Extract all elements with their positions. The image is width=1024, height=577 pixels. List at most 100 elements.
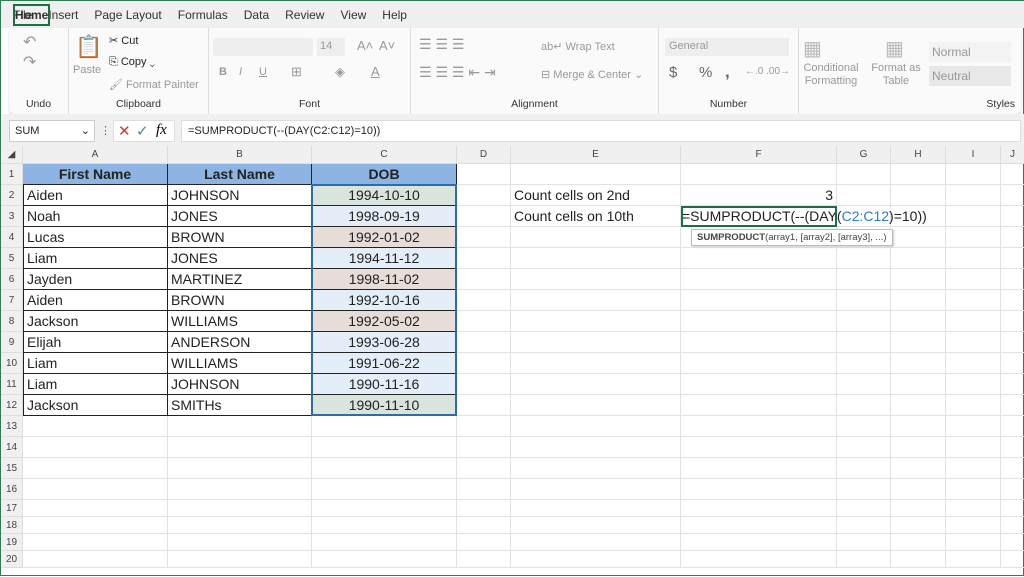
cell[interactable] [891,534,946,551]
dob-cell[interactable]: 1998-09-19 [312,206,457,227]
cell[interactable] [837,353,891,374]
cell[interactable] [511,248,681,269]
cell[interactable] [1001,551,1024,568]
cell[interactable] [946,248,1001,269]
cell[interactable] [946,395,1001,416]
table-cell[interactable]: Jackson [23,311,168,332]
dob-cell[interactable]: 1998-11-02 [312,269,457,290]
cell[interactable] [681,500,837,517]
cell[interactable] [1001,332,1024,353]
cell[interactable] [946,534,1001,551]
cell[interactable] [681,332,837,353]
horizontal-align-icons[interactable]: ☰ ☰ ☰ ⇤ ⇥ [419,64,496,81]
cell[interactable] [946,269,1001,290]
cell[interactable] [891,374,946,395]
cell[interactable] [1001,206,1024,227]
cell[interactable] [681,534,837,551]
cell[interactable] [891,290,946,311]
column-header-E[interactable]: E [511,146,681,164]
bold-button[interactable]: B [219,66,227,78]
cell[interactable] [946,500,1001,517]
table-cell[interactable]: WILLIAMS [168,311,312,332]
row-header-13[interactable]: 13 [1,416,23,437]
cell[interactable] [1001,458,1024,479]
cell[interactable] [23,534,168,551]
row-header-4[interactable]: 4 [1,227,23,248]
row-header-19[interactable]: 19 [1,534,23,551]
cell[interactable] [891,416,946,437]
cell[interactable] [511,374,681,395]
cell[interactable] [681,311,837,332]
table-cell[interactable]: Liam [23,353,168,374]
table-cell[interactable]: Noah [23,206,168,227]
cell[interactable] [168,534,312,551]
vertical-align-icons[interactable]: ☰ ☰ ☰ [419,36,464,53]
row-header-17[interactable]: 17 [1,500,23,517]
cell[interactable] [1001,248,1024,269]
name-box[interactable]: SUM ⌄ [9,120,95,142]
dob-cell[interactable]: 1992-05-02 [312,311,457,332]
table-cell[interactable]: Jackson [23,395,168,416]
cell[interactable] [511,500,681,517]
cell[interactable] [23,437,168,458]
cell[interactable] [837,185,891,206]
row-header-3[interactable]: 3 [1,206,23,227]
cell[interactable] [168,437,312,458]
cell[interactable] [891,248,946,269]
decrease-font-icon[interactable]: A˅ [379,38,395,53]
cell[interactable] [457,500,511,517]
table-cell[interactable]: Jayden [23,269,168,290]
cell[interactable] [511,353,681,374]
cell[interactable] [946,332,1001,353]
cell[interactable] [1001,185,1024,206]
cell[interactable] [837,479,891,500]
cell[interactable] [511,416,681,437]
cell[interactable] [837,269,891,290]
cell[interactable] [1001,479,1024,500]
cell[interactable] [511,437,681,458]
column-header-I[interactable]: I [946,146,1001,164]
font-color-icon[interactable]: A [371,64,380,79]
cell[interactable] [891,551,946,568]
number-format-dropdown[interactable]: General [665,38,789,56]
cell[interactable] [837,416,891,437]
column-header-H[interactable]: H [891,146,946,164]
cell[interactable] [946,437,1001,458]
table-cell[interactable]: Liam [23,248,168,269]
cell[interactable] [511,395,681,416]
cell[interactable] [681,353,837,374]
cell[interactable] [312,534,457,551]
cell[interactable] [891,332,946,353]
tab-insert[interactable]: Insert [48,6,78,24]
cell[interactable] [312,517,457,534]
tab-formulas[interactable]: Formulas [178,6,228,24]
tab-view[interactable]: View [340,6,366,24]
row-header-10[interactable]: 10 [1,353,23,374]
column-header-F[interactable]: F [681,146,837,164]
cell[interactable] [457,164,511,185]
cell[interactable] [891,500,946,517]
table-cell[interactable]: Aiden [23,290,168,311]
dob-cell[interactable]: 1990-11-16 [312,374,457,395]
cell[interactable] [168,517,312,534]
cell[interactable] [946,185,1001,206]
cancel-icon[interactable]: ✕ [118,122,131,140]
cell[interactable] [511,479,681,500]
cell[interactable] [837,311,891,332]
cell[interactable] [457,437,511,458]
cell[interactable] [23,551,168,568]
column-header-J[interactable]: J [1001,146,1024,164]
tab-page-layout[interactable]: Page Layout [94,6,161,24]
cell[interactable] [511,290,681,311]
row-header-12[interactable]: 12 [1,395,23,416]
cell[interactable] [1001,290,1024,311]
cell[interactable] [681,269,837,290]
cell[interactable] [457,416,511,437]
paste-icon[interactable]: 📋 [75,34,102,60]
row-header-9[interactable]: 9 [1,332,23,353]
cell[interactable] [891,185,946,206]
dob-cell[interactable]: 1994-11-12 [312,248,457,269]
cell[interactable] [312,416,457,437]
cell[interactable] [1001,437,1024,458]
cell[interactable] [168,458,312,479]
